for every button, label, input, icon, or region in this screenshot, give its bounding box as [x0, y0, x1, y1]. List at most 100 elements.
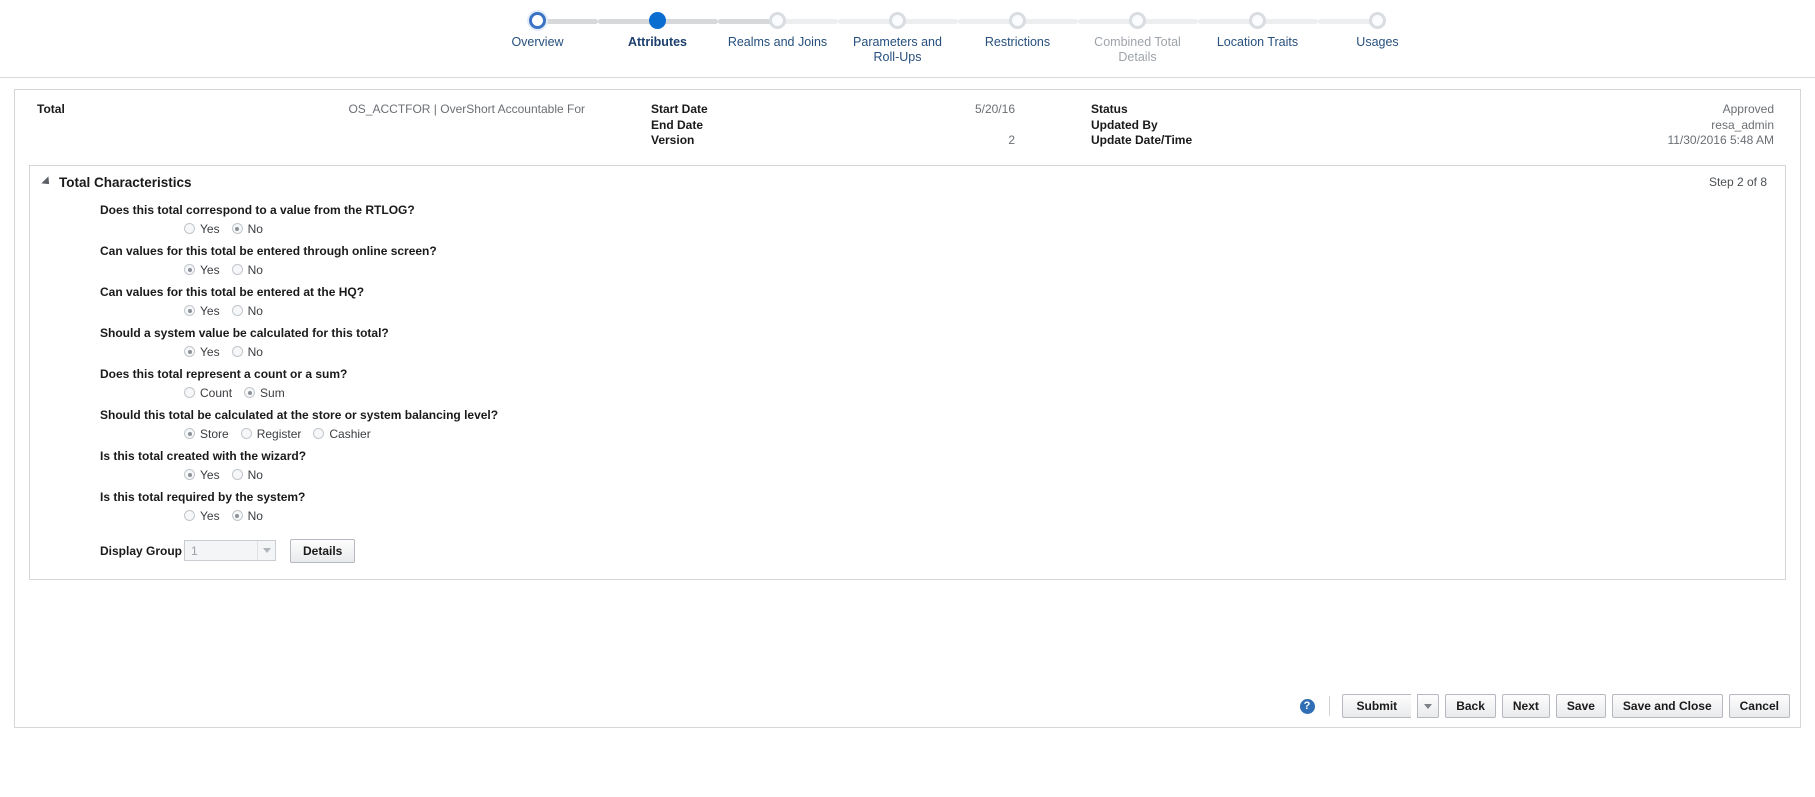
train-connector-right — [537, 19, 598, 24]
radio-button-icon[interactable] — [184, 305, 195, 316]
radio-option-label: Yes — [200, 344, 220, 359]
radio-button-icon[interactable] — [184, 223, 195, 234]
radio-button-icon[interactable] — [244, 387, 256, 398]
train-stop-label[interactable]: Location Traits — [1198, 35, 1318, 50]
train-connector-right — [1378, 19, 1438, 24]
radio-option[interactable]: Count — [184, 386, 232, 400]
display-group-select[interactable]: 1 — [184, 540, 276, 561]
radio-option[interactable]: No — [231, 345, 263, 359]
radio-group: Yes No — [100, 509, 1785, 523]
train-connector-right — [1257, 19, 1318, 24]
summary-field-value: 11/30/2016 5:48 AM — [1667, 133, 1774, 147]
radio-option[interactable]: Yes — [184, 263, 220, 277]
wizard-train: Overview Attributes Realms and Joins Parame… — [0, 0, 1815, 65]
radio-option-label: Yes — [200, 303, 220, 318]
radio-option[interactable]: Store — [184, 427, 229, 441]
summary-field-label: Total — [37, 102, 65, 116]
train-stop-location-traits[interactable]: Location Traits — [1197, 4, 1318, 50]
radio-button-icon[interactable] — [184, 510, 195, 521]
radio-button-icon[interactable] — [184, 469, 195, 480]
disclosure-triangle-icon[interactable] — [41, 176, 53, 188]
radio-button-icon[interactable] — [231, 510, 243, 521]
radio-option[interactable]: Sum — [244, 386, 285, 400]
radio-group: Yes No — [100, 222, 1785, 236]
train-connector-right — [657, 19, 718, 24]
radio-option[interactable]: Yes — [184, 509, 220, 523]
train-stop-usages[interactable]: Usages — [1317, 4, 1438, 50]
radio-option[interactable]: Yes — [184, 468, 220, 482]
save-button[interactable]: Save — [1555, 694, 1606, 718]
train-stop-realms-and-joins[interactable]: Realms and Joins — [717, 4, 838, 50]
train-stop-label[interactable]: Attributes — [598, 35, 718, 50]
question-label: Is this total created with the wizard? — [100, 448, 307, 463]
step-indicator: Step 2 of 8 — [1708, 175, 1767, 189]
question-block: Can values for this total be entered at … — [30, 285, 1785, 318]
train-stop-parameters-and-roll-ups[interactable]: Parameters and Roll-Ups — [837, 4, 958, 65]
train-stop-dot-icon[interactable] — [769, 12, 786, 29]
help-icon[interactable]: ? — [1299, 698, 1315, 714]
train-stop-dot-icon[interactable] — [529, 12, 546, 29]
radio-option[interactable]: Register — [240, 427, 301, 441]
details-button[interactable]: Details — [290, 538, 356, 563]
submit-split-button[interactable]: Submit — [1341, 694, 1440, 718]
train-stop-label: Combined Total Details — [1094, 35, 1181, 64]
train-stops: Overview Attributes Realms and Joins Parame… — [0, 4, 1815, 65]
chevron-down-icon[interactable] — [257, 541, 275, 560]
train-stop-label[interactable]: Usages — [1318, 35, 1438, 50]
radio-button-icon[interactable] — [231, 223, 243, 234]
train-stop-dot-icon[interactable] — [1009, 12, 1026, 29]
radio-option[interactable]: Yes — [184, 345, 220, 359]
radio-button-icon[interactable] — [231, 305, 243, 316]
summary-values: OS_ACCTFOR | OverShort Accountable For — [65, 102, 651, 149]
radio-button-icon[interactable] — [240, 428, 252, 439]
radio-option[interactable]: No — [231, 468, 263, 482]
train-stop-dot-icon[interactable] — [1369, 12, 1386, 29]
radio-button-icon[interactable] — [184, 428, 195, 439]
toolbar-divider — [1328, 696, 1330, 716]
radio-option[interactable]: No — [231, 263, 263, 277]
train-stop-dot-icon[interactable] — [649, 12, 666, 29]
summary-column-1: Total OS_ACCTFOR | OverShort Accountable… — [37, 102, 651, 149]
train-stop-dot-icon[interactable] — [889, 12, 906, 29]
next-button[interactable]: Next — [1501, 694, 1550, 718]
radio-button-icon[interactable] — [231, 264, 243, 275]
total-summary-header: Total OS_ACCTFOR | OverShort Accountable… — [15, 90, 1800, 161]
radio-button-icon[interactable] — [313, 428, 325, 439]
radio-button-icon[interactable] — [184, 264, 195, 275]
train-stop-label[interactable]: Parameters and Roll-Ups — [838, 35, 958, 65]
radio-button-icon[interactable] — [184, 346, 195, 357]
radio-option[interactable]: No — [231, 304, 263, 318]
radio-button-icon[interactable] — [231, 469, 243, 480]
radio-button-icon[interactable] — [231, 346, 243, 357]
train-stop-label[interactable]: Realms and Joins — [718, 35, 838, 50]
train-stop-combined-total-details: Combined Total Details — [1077, 4, 1198, 65]
radio-option[interactable]: No — [231, 221, 263, 236]
save-and-close-button[interactable]: Save and Close — [1611, 694, 1723, 718]
back-button[interactable]: Back — [1445, 694, 1496, 718]
train-stop-overview[interactable]: Overview — [478, 4, 598, 50]
train-stop-label[interactable]: Overview — [478, 35, 598, 50]
card-title: Total Characteristics — [59, 174, 192, 190]
submit-button[interactable]: Submit — [1341, 694, 1412, 718]
display-group-row: Display Group 1 Details — [30, 538, 1785, 563]
train-stop-dot-icon[interactable] — [1249, 12, 1266, 29]
summary-field-label: Status — [1091, 102, 1128, 116]
summary-field-label: Update Date/Time — [1091, 133, 1193, 147]
radio-option[interactable]: No — [231, 509, 263, 523]
radio-option[interactable]: Cashier — [313, 427, 371, 441]
question-block: Does this total represent a count or a s… — [30, 367, 1785, 400]
question-block: Can values for this total be entered thr… — [30, 244, 1785, 277]
train-stop-restrictions[interactable]: Restrictions — [957, 4, 1078, 50]
radio-button-icon[interactable] — [184, 387, 195, 398]
cancel-button[interactable]: Cancel — [1728, 694, 1790, 718]
submit-dropdown-arrow-icon[interactable] — [1417, 694, 1440, 718]
radio-group: Yes No — [100, 263, 1785, 277]
radio-option[interactable]: Yes — [184, 222, 220, 236]
radio-option[interactable]: Yes — [184, 304, 220, 318]
summary-labels: Start Date End Date Version — [651, 102, 708, 149]
train-stop-label[interactable]: Restrictions — [958, 35, 1078, 50]
summary-labels: Total — [37, 102, 65, 149]
radio-option-label: No — [247, 221, 263, 236]
train-stop-attributes[interactable]: Attributes — [597, 4, 718, 50]
question-block: Is this total created with the wizard? Ye… — [30, 449, 1785, 482]
